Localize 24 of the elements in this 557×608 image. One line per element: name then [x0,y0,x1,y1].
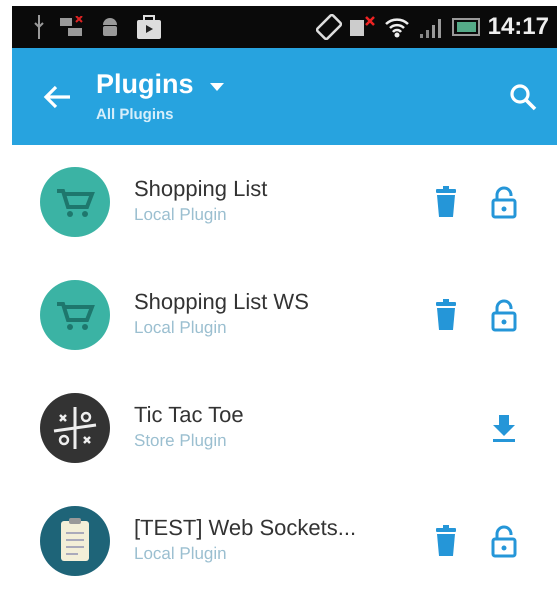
cart-avatar-icon [40,166,110,236]
plugin-source: Local Plugin [134,204,228,226]
clipboard-avatar-icon [40,506,110,576]
plugin-name[interactable]: Tic Tac Toe [134,402,487,428]
usb-icon [34,15,44,39]
plugin-source: Local Plugin [134,542,228,565]
plugin-name[interactable]: Shopping List [134,176,429,202]
clock-time: 14:17 [488,12,549,42]
store-bag-icon [136,14,162,40]
rotation-icon [316,14,342,40]
back-icon[interactable] [42,84,72,110]
dropdown-icon[interactable] [210,82,224,90]
sim-error-icon [350,16,376,38]
plugin-source: Local Plugin [134,316,228,339]
plugin-source: Store Plugin [134,430,228,452]
search-icon[interactable] [509,82,537,110]
cart-avatar-icon [40,280,110,350]
signal-icon [418,16,444,38]
plugin-name[interactable]: [TEST] Web Sockets... [134,514,429,541]
network-icon [60,16,84,38]
tic-tac-toe-avatar-icon [40,392,110,462]
wifi-icon [384,16,410,38]
plugin-name[interactable]: Shopping List WS [134,288,429,315]
battery-icon [452,17,480,37]
